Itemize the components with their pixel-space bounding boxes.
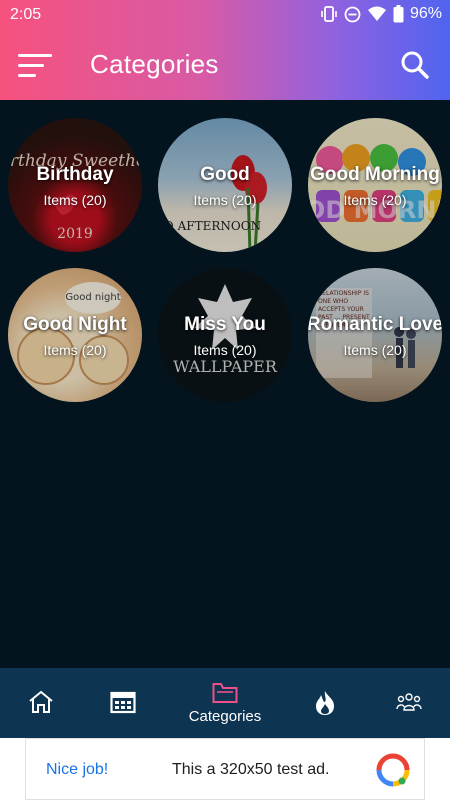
test-ad[interactable]: Nice job! This a 320x50 test ad. — [25, 738, 425, 800]
nav-community[interactable] — [386, 668, 432, 738]
category-count: Items (20) — [343, 342, 407, 358]
category-count: Items (20) — [193, 192, 257, 208]
calendar-icon — [110, 691, 136, 714]
group-icon — [396, 693, 422, 711]
category-count: Items (20) — [343, 192, 407, 208]
vibrate-icon — [321, 6, 337, 22]
status-time: 2:05 — [10, 6, 42, 23]
search-icon[interactable] — [400, 50, 430, 80]
menu-icon[interactable] — [18, 54, 52, 78]
category-name: Good Night — [23, 314, 127, 335]
battery-icon — [393, 5, 404, 23]
category-good-night[interactable]: Good night Good Night Items (20) — [8, 268, 142, 402]
ad-logo-icon — [376, 753, 410, 787]
nav-categories[interactable]: Categories — [180, 668, 270, 738]
category-count: Items (20) — [43, 342, 107, 358]
page-title: Categories — [90, 49, 219, 79]
category-name: Miss You — [184, 314, 266, 335]
wifi-icon — [367, 6, 386, 21]
category-name: Good Morning — [310, 164, 440, 185]
category-birthday[interactable]: Happy Birthday Sweetheart 2019 2019 Birt… — [8, 118, 142, 252]
app-root: 2:05 96% Categories rthday Sweeth 2019 B… — [0, 0, 450, 800]
top-header: 2:05 96% Categories — [0, 0, 450, 100]
category-good[interactable]: GOOD AFTERNOON Good Items (20) — [158, 118, 292, 252]
nav-categories-label: Categories — [188, 708, 262, 725]
fire-icon — [316, 691, 334, 715]
ad-banner: Nice job! This a 320x50 test ad. — [0, 738, 450, 800]
app-bar: Categories — [0, 32, 450, 100]
status-bar: 2:05 96% — [0, 0, 450, 32]
bottom-navigation: Categories — [0, 668, 450, 738]
folder-icon — [212, 683, 238, 703]
nav-trending[interactable] — [304, 668, 346, 738]
ad-text: This a 320x50 test ad. — [172, 761, 330, 778]
category-name: Romantic Love — [308, 314, 442, 335]
dnd-icon — [344, 6, 361, 22]
battery-percent: 96% — [409, 5, 442, 22]
category-romantic-love[interactable]: RELATIONSHIP IS ONE WHO ACCEPTS YOUR PAS… — [308, 268, 442, 402]
categories-grid: Happy Birthday Sweetheart 2019 2019 Birt… — [0, 100, 450, 668]
status-icons: 96% — [320, 5, 442, 23]
ad-badge-text: Nice job! — [46, 761, 109, 778]
nav-calendar[interactable] — [102, 668, 144, 738]
nav-home[interactable] — [20, 668, 62, 738]
home-icon — [29, 690, 53, 713]
category-good-morning[interactable]: GOOD MORNING Good Morning Items (20) — [308, 118, 442, 252]
category-name: Birthday — [36, 164, 114, 185]
category-name: Good — [200, 164, 250, 185]
category-count: Items (20) — [193, 342, 257, 358]
category-miss-you[interactable]: WALLPAPER Miss You Items (20) — [158, 268, 292, 402]
category-count: Items (20) — [43, 192, 107, 208]
